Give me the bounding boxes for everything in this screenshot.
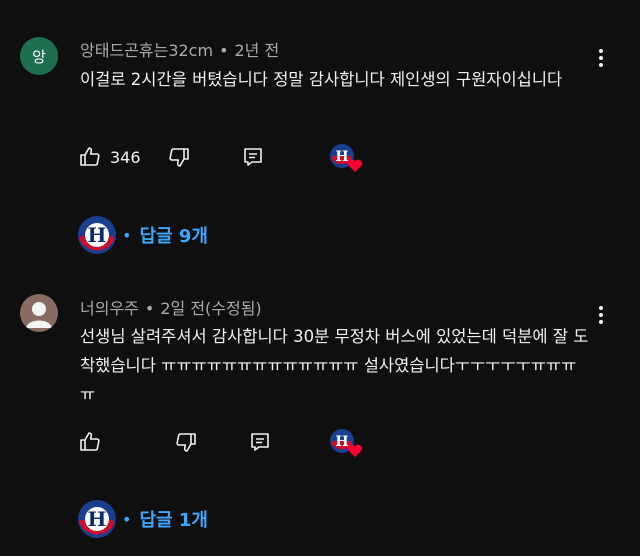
reply-icon[interactable] [241,145,265,169]
meta-separator: • [219,41,229,60]
avatar-initial: 앙 [32,47,46,66]
comment-time[interactable]: 2일 전(수정됨) [160,299,261,318]
thumb-up-icon[interactable] [78,430,102,454]
thumb-up-icon[interactable] [78,145,102,169]
commenter-avatar[interactable]: 앙 [20,37,58,75]
comment-time[interactable]: 2년 전 [235,41,280,60]
creator-heart-badge: H [330,429,363,457]
like-count: 346 [110,147,141,167]
svg-text:H: H [88,507,107,531]
comment-meta: 너의우주 • 2일 전(수정됨) [80,295,262,319]
heart-icon [347,444,363,457]
replies-dot: • [122,509,132,529]
commenter-avatar[interactable] [20,294,58,332]
replies-label[interactable]: 답글 9개 [139,222,207,248]
comment-actions: 346 [78,143,265,171]
more-vert-icon[interactable] [592,46,610,70]
comment-text: 선생님 살려주셔서 감사합니다 30분 무정차 버스에 있었는데 덕분에 잘 도… [80,327,589,404]
thumb-down-icon[interactable] [167,145,191,169]
channel-avatar-icon: H [78,216,116,254]
default-user-icon [26,302,52,328]
reply-icon[interactable] [248,430,272,454]
replies-label[interactable]: 답글 1개 [139,506,207,532]
creator-heart-badge: H [330,144,363,172]
comment-actions [78,428,272,456]
comment-author[interactable]: 너의우주 [80,299,139,318]
thumb-down-icon[interactable] [174,430,198,454]
comment-author[interactable]: 앙태드곤휴는32cm [80,41,213,60]
comment-meta: 앙태드곤휴는32cm • 2년 전 [80,37,279,61]
svg-text:H: H [88,223,107,247]
comment-text: 이걸로 2시간을 버텼습니다 정말 감사합니다 제인생의 구원자이십니다 [80,70,563,89]
channel-avatar-icon: H [78,500,116,538]
meta-separator: • [144,299,155,318]
view-replies-button[interactable]: H • 답글 9개 [78,216,208,254]
more-vert-icon[interactable] [592,303,610,327]
replies-dot: • [122,225,132,245]
heart-icon [347,159,363,172]
view-replies-button[interactable]: H • 답글 1개 [78,500,208,538]
